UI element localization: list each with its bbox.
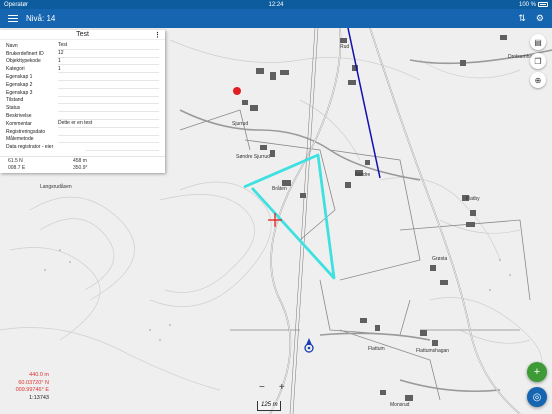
plus-icon: + bbox=[533, 366, 541, 378]
scale-bar: 125 m bbox=[257, 401, 281, 411]
attribute-row[interactable]: Egenskap 2 bbox=[6, 81, 159, 89]
app-title: Nivå: 14 bbox=[26, 14, 56, 23]
attribute-label: Målemetode bbox=[6, 136, 34, 143]
attribute-label: Brukerdefinert ID bbox=[6, 50, 44, 57]
attribute-label: Objekttypekode bbox=[6, 58, 41, 65]
attribute-value[interactable] bbox=[58, 97, 159, 105]
map-label-grosta: Grøsta bbox=[432, 256, 447, 262]
zoom-controls: − + bbox=[259, 382, 285, 393]
attribute-value[interactable]: 1 bbox=[58, 65, 159, 74]
attribute-row[interactable]: Registreringsdato bbox=[6, 128, 159, 136]
attribute-label: Tilstand bbox=[6, 97, 24, 104]
search-button[interactable]: ⊕ bbox=[530, 72, 546, 88]
sort-icon[interactable]: ⇅ bbox=[518, 13, 526, 24]
attribute-value[interactable] bbox=[58, 104, 159, 113]
map-label-flattum: Flattum bbox=[368, 346, 385, 352]
road-centerlines bbox=[269, 28, 521, 414]
attribute-list: Navn Test Brukerdefinert ID 12 Objekttypek… bbox=[0, 40, 165, 152]
attribute-value[interactable] bbox=[58, 128, 159, 136]
copy-button[interactable]: ❐ bbox=[530, 53, 546, 69]
attribute-row[interactable]: Egenskap 1 bbox=[6, 73, 159, 81]
map-label-rud: Rud bbox=[340, 44, 349, 50]
attribute-row[interactable]: Målemetode bbox=[6, 136, 159, 144]
point-marker[interactable] bbox=[233, 87, 241, 95]
map-label-braten: Bråten bbox=[272, 185, 287, 192]
zoom-search-icon: ⊕ bbox=[534, 75, 542, 85]
more-options-icon[interactable]: ⋮ bbox=[154, 31, 161, 39]
panel-lon: 008.7 E bbox=[8, 164, 26, 171]
power-line bbox=[289, 28, 319, 414]
panel-lat: 61.5 N bbox=[8, 157, 23, 164]
attribute-label: Navn bbox=[6, 42, 18, 49]
attribute-row[interactable]: Beskrivelse bbox=[6, 112, 159, 120]
locate-icon: ◎ bbox=[532, 391, 542, 403]
panel-header: Test ⋮ bbox=[0, 30, 165, 40]
attribute-row[interactable]: Brukerdefinert ID 12 bbox=[6, 50, 159, 58]
menu-icon[interactable] bbox=[8, 13, 18, 24]
gear-icon[interactable]: ⚙ bbox=[536, 13, 544, 24]
attribute-value[interactable] bbox=[58, 112, 159, 120]
zoom-in-button[interactable]: + bbox=[279, 382, 285, 393]
layers-button[interactable]: ▤ bbox=[530, 34, 546, 50]
attribute-row[interactable]: Tilstand bbox=[6, 97, 159, 105]
attribute-row[interactable]: Data registrator - eier bbox=[6, 143, 159, 152]
status-bar: Operatør 12:24 100 % bbox=[0, 0, 552, 9]
attribute-label: Egenskap 3 bbox=[6, 89, 33, 96]
attribute-value[interactable] bbox=[58, 81, 159, 89]
longitude-readout: 009.99746° E bbox=[15, 387, 49, 393]
attribute-label: Registreringsdato bbox=[6, 128, 46, 135]
attribute-label: Status bbox=[6, 105, 21, 112]
attribute-value[interactable]: Test bbox=[58, 42, 159, 50]
altitude-readout: 440.0 m bbox=[29, 372, 49, 378]
attribute-value[interactable]: 12 bbox=[58, 50, 159, 58]
attribute-value[interactable] bbox=[58, 73, 159, 81]
scale-bar-label: 125 m bbox=[261, 402, 278, 408]
attribute-value[interactable] bbox=[58, 136, 159, 144]
map-label-monsrud: Monsrud bbox=[390, 402, 410, 408]
attribute-row[interactable]: Kategori 1 bbox=[6, 65, 159, 74]
panel-coordinates: 61.5 N 458 m 008.7 E 350.9° bbox=[0, 156, 165, 171]
roads bbox=[179, 28, 552, 414]
attribute-label: Beskrivelse bbox=[6, 113, 32, 120]
map-label-langsrudasen: Langsrudåsen bbox=[40, 183, 72, 190]
locate-button[interactable]: ◎ bbox=[527, 387, 547, 407]
attribute-value[interactable]: 1 bbox=[58, 58, 159, 66]
map-scale-readout: 1:13743 bbox=[29, 394, 49, 401]
attribute-row[interactable]: Kommentar Dette er en test bbox=[6, 120, 159, 128]
attribute-label: Kommentar bbox=[6, 120, 32, 127]
zoom-out-button[interactable]: − bbox=[259, 382, 265, 393]
attribute-value[interactable]: Dette er en test bbox=[58, 120, 159, 128]
attribute-row[interactable]: Navn Test bbox=[6, 42, 159, 50]
attribute-label: Egenskap 2 bbox=[6, 81, 33, 88]
panel-bearing: 350.9° bbox=[73, 164, 88, 171]
route-line[interactable] bbox=[347, 28, 381, 179]
layers-icon: ▤ bbox=[534, 37, 542, 47]
attribute-value[interactable] bbox=[58, 89, 159, 97]
attribute-row[interactable]: Status bbox=[6, 104, 159, 113]
attribute-label: Kategori bbox=[6, 66, 25, 73]
map-label-sjurrud: Sjurrud bbox=[232, 121, 248, 127]
copy-icon: ❐ bbox=[534, 56, 542, 66]
attribute-value[interactable] bbox=[86, 143, 159, 152]
coordinate-readout: 440.0 m 60.03720° N 009.99746° E 1:13743 bbox=[3, 372, 49, 402]
clock: 12:24 bbox=[268, 1, 284, 8]
map-label-nordre: Nordre bbox=[355, 172, 371, 178]
attribute-row[interactable]: Egenskap 3 bbox=[6, 89, 159, 97]
attribute-row[interactable]: Objekttypekode 1 bbox=[6, 58, 159, 66]
panel-title: Test bbox=[76, 31, 89, 38]
map-label-flatby: Flatby bbox=[466, 196, 480, 202]
latitude-readout: 60.03720° N bbox=[18, 379, 49, 386]
feature-info-panel: Test ⋮ Navn Test Brukerdefinert ID 12 Obje… bbox=[0, 30, 165, 173]
panel-distance: 458 m bbox=[73, 157, 87, 164]
user-location-icon bbox=[304, 338, 314, 353]
attribute-label: Egenskap 1 bbox=[6, 74, 33, 81]
app-bar: Nivå: 14 ⇅ ⚙ bbox=[0, 9, 552, 28]
add-button[interactable]: + bbox=[527, 362, 547, 382]
battery-icon bbox=[538, 2, 548, 7]
map-label-flattumshagan: Flattumshagan bbox=[416, 348, 449, 354]
map-label-sondre-sjurrud: Søndre Sjurrud bbox=[236, 154, 270, 160]
attribute-label: Data registrator - eier bbox=[6, 144, 54, 151]
